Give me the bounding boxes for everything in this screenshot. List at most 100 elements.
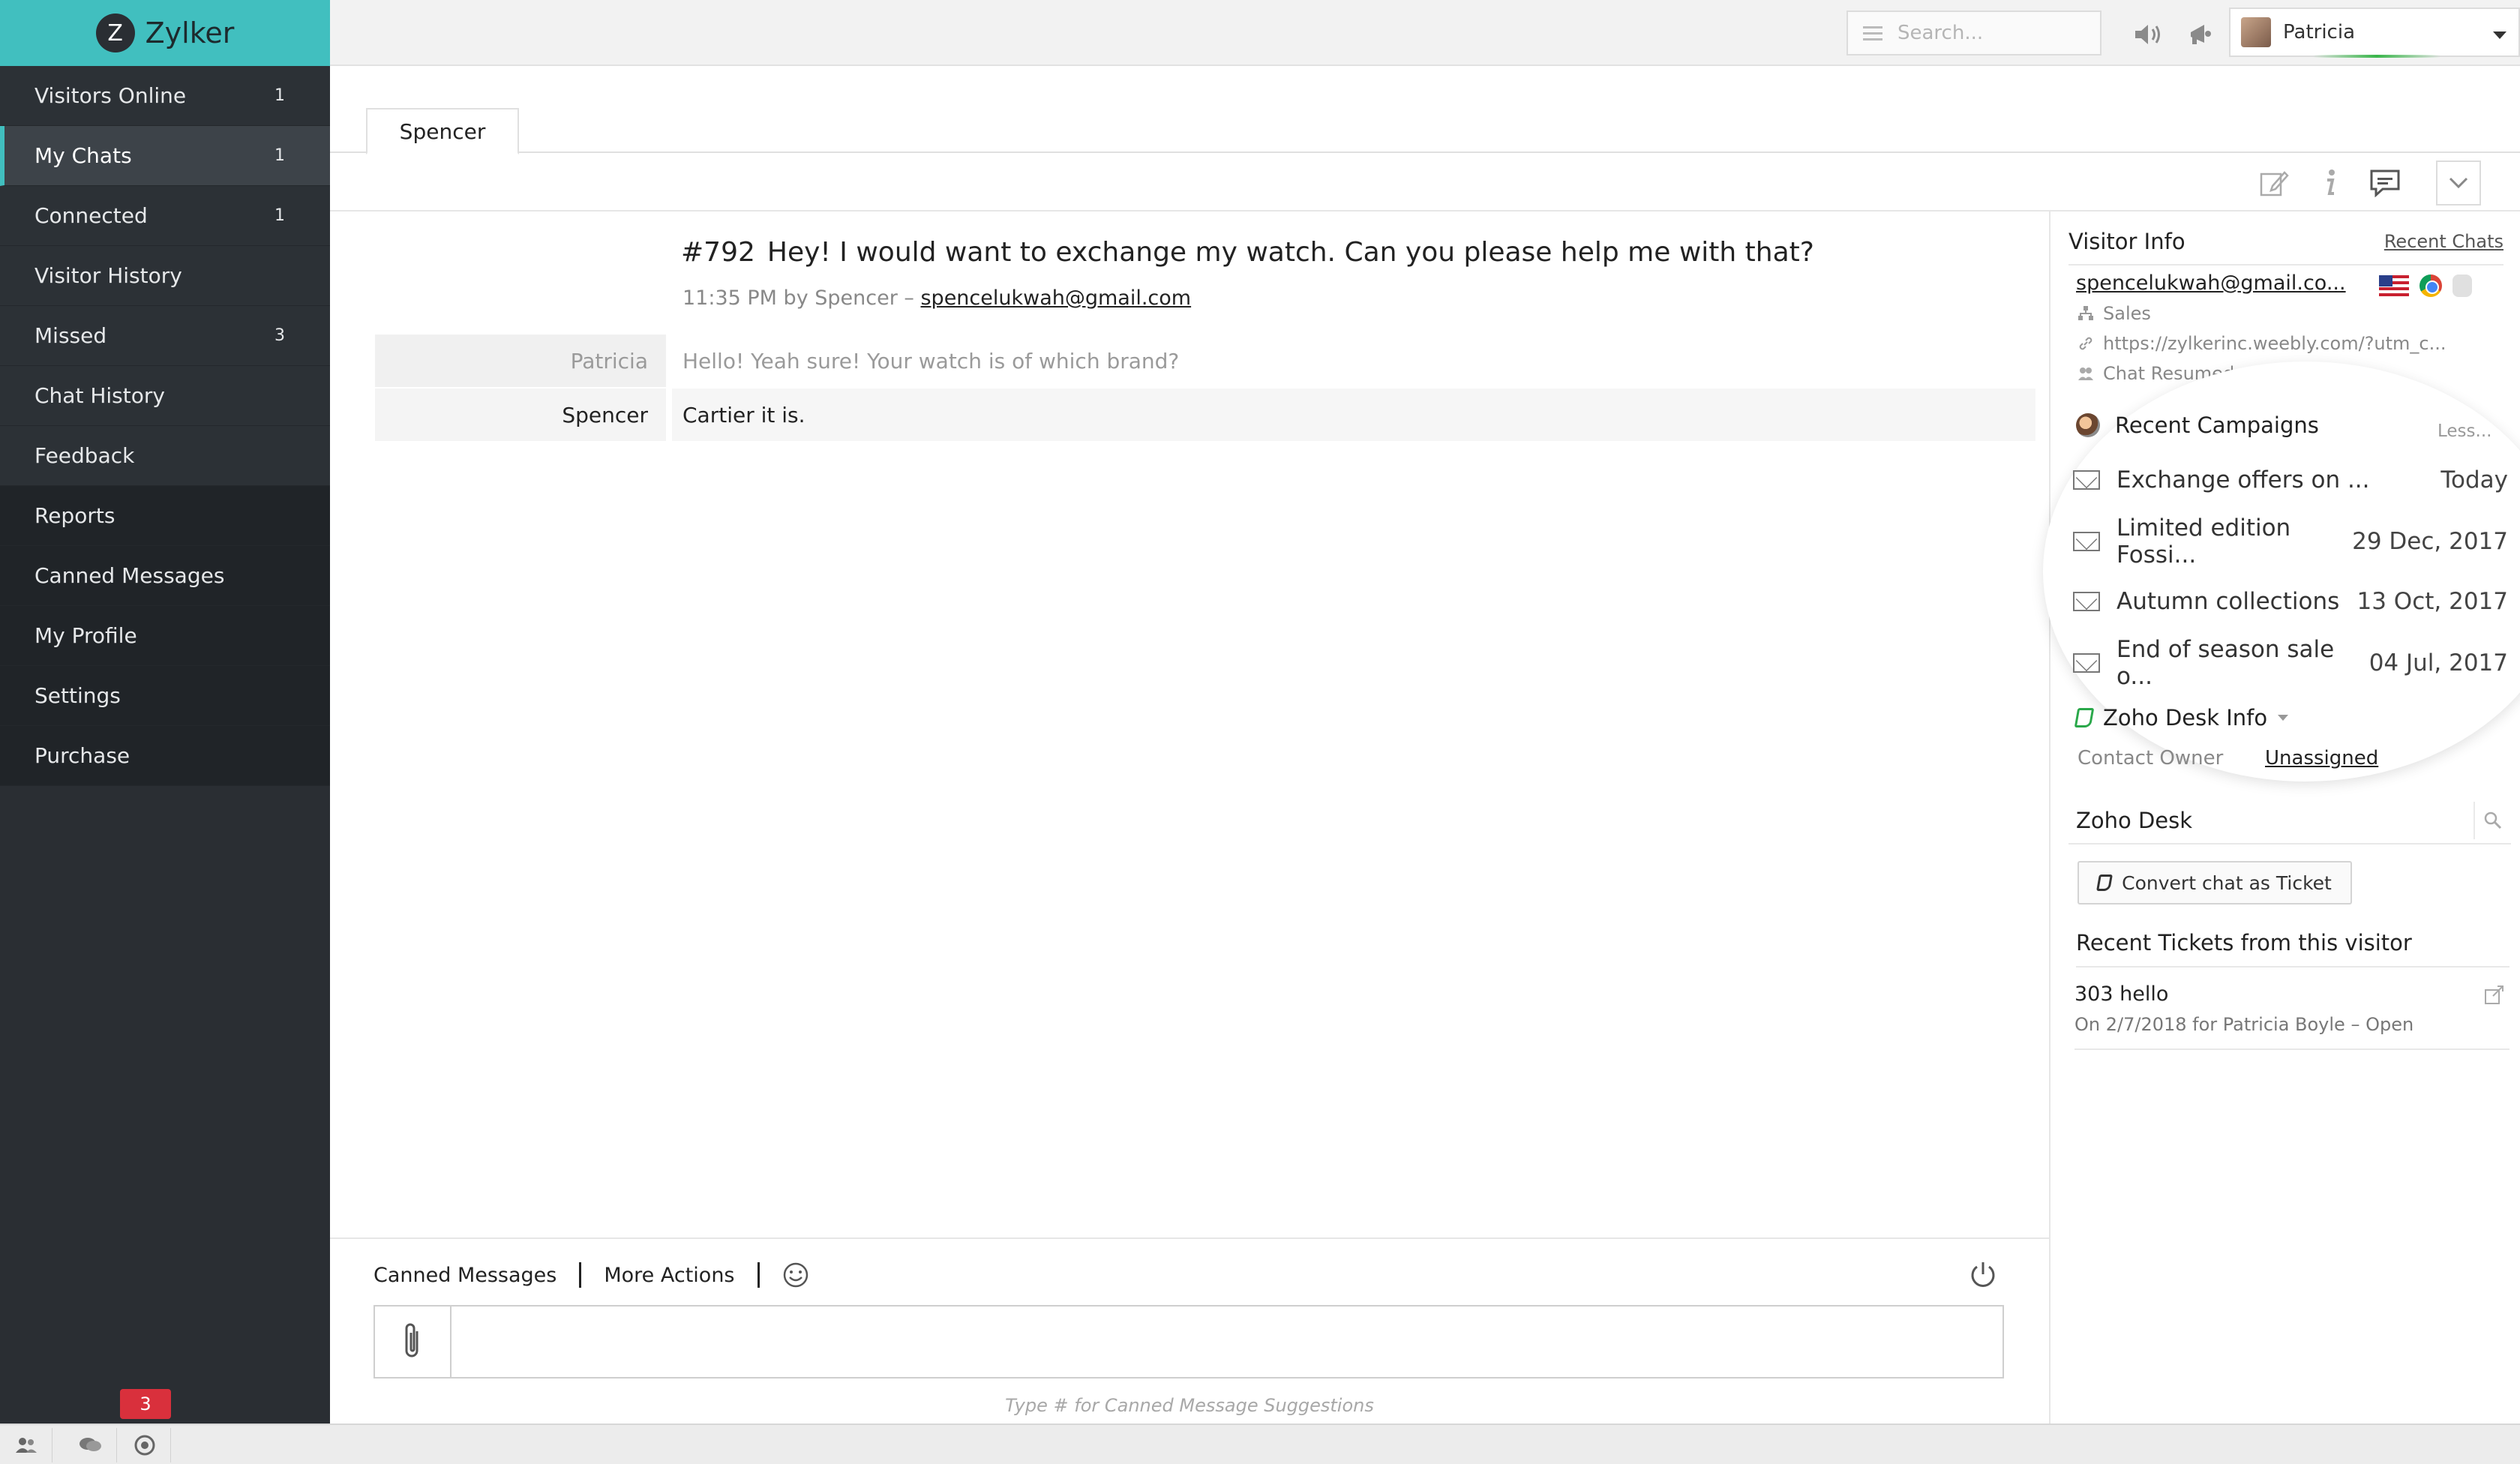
online-status-indicator <box>2313 55 2440 58</box>
campaign-item[interactable]: Limited edition Fossi... 29 Dec, 2017 <box>2073 514 2508 568</box>
edit-button[interactable] <box>2252 160 2296 206</box>
sidebar-item-purchase[interactable]: Purchase <box>0 726 330 786</box>
sidebar-item-label: My Profile <box>34 623 137 648</box>
sidebar-item-connected[interactable]: Connected 1 <box>0 186 330 246</box>
end-chat-button[interactable] <box>1965 1257 2001 1293</box>
collapse-toggle[interactable] <box>2436 160 2481 206</box>
announcement-button[interactable] <box>2184 18 2217 51</box>
visitor-tech-icons <box>2379 274 2472 297</box>
canned-messages-button[interactable]: Canned Messages <box>374 1264 556 1287</box>
emoji-icon[interactable] <box>782 1262 809 1288</box>
user-status-dropdown[interactable]: Patricia <box>2229 8 2520 58</box>
chat-meta-time: 11:35 PM by Spencer – <box>682 286 921 310</box>
divider <box>579 1262 582 1288</box>
sidebar-item-label: Canned Messages <box>34 563 225 588</box>
attach-button[interactable] <box>375 1306 452 1377</box>
operators-button[interactable] <box>0 1428 52 1462</box>
message-row: Spencer Cartier it is. <box>375 388 2036 441</box>
convert-to-ticket-button[interactable]: Convert chat as Ticket <box>2078 861 2352 904</box>
sidebar-item-label: Chat History <box>34 383 165 408</box>
sidebar-item-label: Purchase <box>34 743 130 768</box>
convert-to-ticket-label: Convert chat as Ticket <box>2122 872 2332 894</box>
visitor-info-title: Visitor Info <box>2068 229 2186 254</box>
sidebar-item-count: 1 <box>274 86 285 105</box>
sidebar-item-label: Settings <box>34 683 121 708</box>
campaign-item[interactable]: Autumn collections 13 Oct, 2017 <box>2073 579 2508 624</box>
ticket-item[interactable]: 303 hello On 2/7/2018 for Patricia Boyle… <box>2074 975 2510 1050</box>
visitor-department: Sales <box>2078 303 2151 324</box>
campaign-name: Limited edition Fossi... <box>2116 514 2291 568</box>
sound-toggle[interactable] <box>2132 18 2164 51</box>
sidebar-item-label: Visitor History <box>34 263 182 288</box>
visitor-email[interactable]: spencelukwah@gmail.co... <box>2076 272 2346 295</box>
search-placeholder: Search... <box>1898 22 1984 44</box>
recent-chats-link[interactable]: Recent Chats <box>2384 231 2504 252</box>
campaign-name: End of season sale o... <box>2116 636 2335 690</box>
recent-campaigns-title: Recent Campaigns <box>2115 412 2319 438</box>
visitor-email-link[interactable]: spencelukwah@gmail.com <box>920 286 1191 310</box>
sidebar-item-visitor-history[interactable]: Visitor History <box>0 246 330 306</box>
notifications-button[interactable] <box>118 1428 171 1462</box>
visitor-info-header: Visitor Info Recent Chats <box>2068 219 2504 266</box>
campaigns-toggle-link[interactable]: Less... <box>2438 422 2492 441</box>
brand-logo: Z <box>95 14 135 52</box>
message-input[interactable] <box>452 1306 2002 1377</box>
message-text: Cartier it is. <box>672 388 2036 441</box>
sidebar-item-label: My Chats <box>34 143 132 168</box>
sidebar-item-feedback[interactable]: Feedback <box>0 426 330 486</box>
us-flag-icon <box>2379 275 2409 296</box>
message-sender: Patricia <box>375 334 666 387</box>
sidebar-item-chat-history[interactable]: Chat History <box>0 366 330 426</box>
sidebar-item-count: 3 <box>274 326 285 345</box>
zoho-desk-info-header[interactable]: Zoho Desk Info <box>2074 705 2289 730</box>
divider <box>757 1262 760 1288</box>
paperclip-icon <box>405 1323 418 1358</box>
message-row: Patricia Hello! Yeah sure! Your watch is… <box>375 334 2036 387</box>
more-actions-button[interactable]: More Actions <box>604 1264 734 1287</box>
open-ticket-button[interactable] <box>2484 984 2505 1008</box>
chats-button[interactable] <box>64 1428 117 1462</box>
sidebar-item-visitors-online[interactable]: Visitors Online 1 <box>0 66 330 126</box>
sidebar-item-my-profile[interactable]: My Profile <box>0 606 330 666</box>
os-icon <box>2452 274 2472 297</box>
sidebar-item-reports[interactable]: Reports <box>0 486 330 546</box>
zoho-desk-icon <box>2074 708 2095 728</box>
sidebar-item-settings[interactable]: Settings <box>0 666 330 726</box>
sidebar: Z Zylker Visitors Online 1 My Chats 1 Co… <box>0 0 330 1424</box>
link-icon <box>2079 337 2092 350</box>
sidebar-item-label: Missed <box>34 323 107 348</box>
campaign-name: Exchange offers on ... <box>2116 466 2370 494</box>
contact-owner-value[interactable]: Unassigned <box>2265 747 2378 770</box>
sidebar-item-count: 1 <box>274 146 285 165</box>
sidebar-item-label: Visitors Online <box>34 83 187 108</box>
users-icon <box>15 1438 37 1453</box>
composer-hint: Type # for Canned Message Suggestions <box>1005 1395 1374 1416</box>
info-icon <box>2327 170 2335 195</box>
sidebar-item-missed[interactable]: Missed 3 <box>0 306 330 366</box>
campaign-name: Autumn collections <box>2116 588 2340 615</box>
department-label: Sales <box>2103 303 2151 324</box>
visitor-info-header-row: Visitor Info Recent Chats <box>2068 219 2504 266</box>
composer-actions: Canned Messages More Actions <box>374 1262 809 1288</box>
edit-icon <box>2260 171 2289 196</box>
sidebar-item-my-chats[interactable]: My Chats 1 <box>0 126 330 186</box>
sidebar-item-label: Reports <box>34 503 116 528</box>
tab-spencer[interactable]: Spencer <box>366 108 519 154</box>
transcript-button[interactable] <box>2362 160 2408 206</box>
power-icon <box>1971 1262 1995 1287</box>
user-name: Patricia <box>2283 21 2356 44</box>
info-button[interactable] <box>2307 160 2352 206</box>
message-input-wrapper <box>374 1305 2004 1378</box>
campaign-item[interactable]: End of season sale o... 04 Jul, 2017 <box>2073 636 2508 690</box>
envelope-icon <box>2073 653 2100 673</box>
message-text: Hello! Yeah sure! Your watch is of which… <box>672 334 2036 387</box>
search-box[interactable]: Search... <box>1846 10 2102 56</box>
zoho-desk-search-button[interactable] <box>2474 802 2511 839</box>
brand-header[interactable]: Z Zylker <box>0 0 330 66</box>
campaign-item[interactable]: Exchange offers on ... Today <box>2073 458 2508 502</box>
visitor-url-text[interactable]: https://zylkerinc.weebly.com/?utm_c... <box>2103 333 2446 354</box>
sidebar-item-canned-messages[interactable]: Canned Messages <box>0 546 330 606</box>
zoho-desk-info-title: Zoho Desk Info <box>2103 705 2268 730</box>
chevron-down-icon <box>2493 32 2506 39</box>
composer: Canned Messages More Actions Type # for … <box>330 1238 2049 1424</box>
